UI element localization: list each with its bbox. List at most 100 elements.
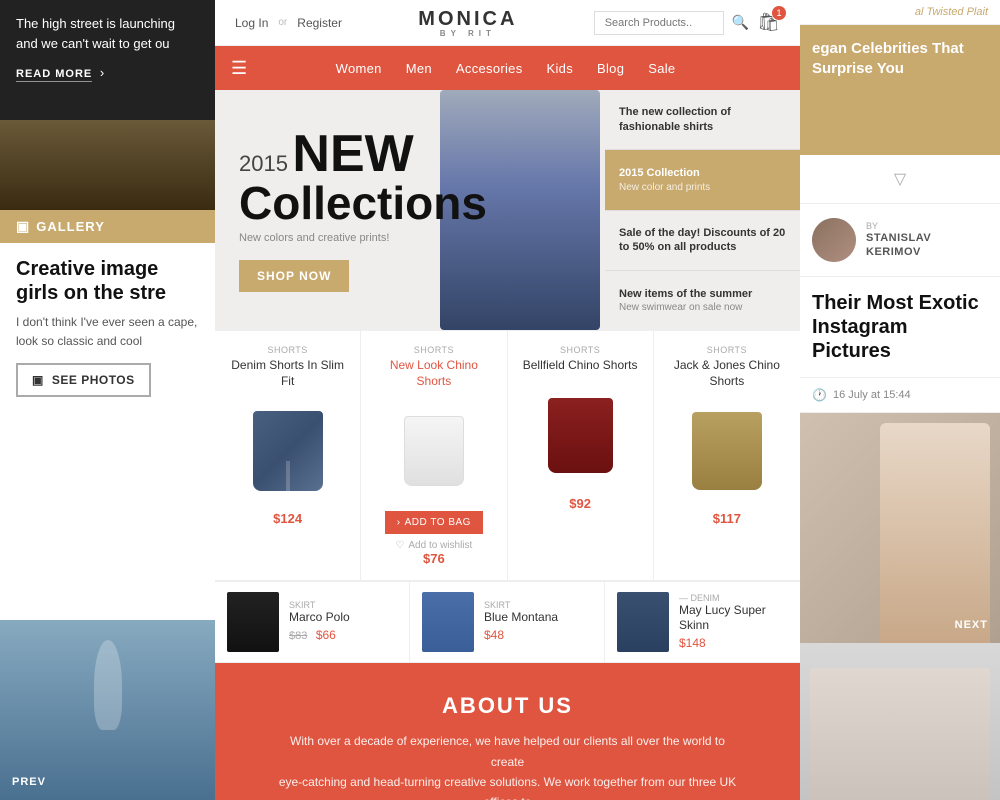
vegan-title: egan Celebrities That Surprise You (812, 39, 988, 78)
register-link[interactable]: Register (297, 16, 342, 30)
chino-shorts-image (404, 416, 464, 486)
product-card-sm-2: Skirt Blue Montana $48 (410, 582, 605, 663)
product-sm-1-name: Marco Polo (289, 610, 350, 626)
left-article-section: Creative image girls on the stre I don't… (0, 243, 215, 411)
hero-panel-3: Sale of the day! Discounts of 20 to 50% … (605, 211, 800, 271)
chevron-right-icon: › (100, 65, 104, 80)
hero-year: 2015 (239, 151, 288, 176)
left-food-image (0, 120, 215, 210)
about-text: With over a decade of experience, we hav… (278, 731, 738, 800)
shop-now-button[interactable]: SHOP NOW (239, 260, 349, 292)
see-photos-button[interactable]: ▣ SEE PHOTOS (16, 363, 151, 397)
shop-topbar: Log In or Register MONICA BY RIT 🔍 🛍 1 (215, 0, 800, 46)
product-sm-2-name: Blue Montana (484, 610, 558, 626)
product-sm-2-category: Skirt (484, 600, 558, 610)
add-to-bag-button[interactable]: › Add to Bag (385, 511, 483, 534)
topbar-left: Log In or Register (235, 16, 342, 30)
author-avatar (812, 218, 856, 262)
prev-button[interactable]: PREV (12, 776, 46, 788)
product-sm-3-price: $148 (679, 634, 788, 652)
product-2-image (373, 401, 494, 501)
product-sm-1-category: Skirt (289, 600, 350, 610)
yoga-figure (94, 640, 122, 730)
shop-logo: MONICA BY RIT (418, 8, 517, 38)
hero-panel-1: The new collection of fashionable shirts (605, 90, 800, 150)
nav-sale[interactable]: Sale (648, 61, 675, 76)
product-card-4: Shorts Jack & Jones Chino Shorts $117 (654, 331, 800, 581)
left-article-title: Creative image girls on the stre (16, 257, 199, 305)
product-4-image (666, 401, 788, 501)
right-woman-photo: NEXT (800, 413, 1000, 643)
jeans-thumb (617, 592, 669, 652)
hero-right-panels: The new collection of fashionable shirts… (605, 90, 800, 330)
hero-collections: Collections (239, 180, 487, 226)
black-skirt-thumb (227, 592, 279, 652)
right-article-title: Their Most Exotic Instagram Pictures (800, 277, 1000, 378)
heart-icon: ♡ (395, 540, 404, 551)
product-sm-1-info: Skirt Marco Polo $83 $66 (289, 600, 350, 644)
product-card-sm-3: — Denim May Lucy Super Skinn $148 (605, 582, 800, 663)
right-date: 🕐 16 July at 15:44 (800, 378, 1000, 413)
cart-badge: 1 (772, 6, 786, 20)
hamburger-icon[interactable]: ☰ (231, 58, 247, 79)
product-sm-3-category: — Denim (679, 593, 788, 603)
author-name: STANISLAVKERIMOV (866, 231, 931, 260)
add-to-wishlist-btn[interactable]: ♡ Add to wishlist (373, 540, 494, 551)
main-shop: Log In or Register MONICA BY RIT 🔍 🛍 1 ☰… (215, 0, 800, 800)
product-card-3: Shorts Bellfield Chino Shorts $92 (508, 331, 654, 581)
product-3-name: Bellfield Chino Shorts (520, 358, 641, 374)
clock-icon: 🕐 (812, 388, 827, 402)
shop-hero: 2015 NEW Collections New colors and crea… (215, 90, 800, 330)
bellfield-shorts-image (548, 398, 613, 473)
nav-accessories[interactable]: Accesories (456, 61, 523, 76)
product-sm-1-thumb (227, 592, 279, 652)
search-input[interactable] (594, 11, 724, 35)
panel1-title: The new collection of fashionable shirts (619, 105, 786, 134)
product-sm-2-price: $48 (484, 626, 558, 644)
left-read-more-btn[interactable]: READ MORE (16, 68, 92, 82)
gallery-icon: ▣ (16, 218, 30, 235)
left-gallery-label: ▣ GALLERY (0, 210, 215, 243)
product-card-1: Shorts Denim Shorts In Slim Fit $124 (215, 331, 361, 581)
photos-icon: ▣ (32, 373, 44, 387)
product-2-price: $76 (373, 551, 494, 566)
about-section: ABOUT US With over a decade of experienc… (215, 663, 800, 800)
product-1-category: Shorts (227, 345, 348, 355)
nav-kids[interactable]: Kids (547, 61, 574, 76)
product-sm-1-price: $83 $66 (289, 626, 350, 644)
jack-jones-shorts-image (692, 412, 762, 490)
panel2-title: 2015 Collection (619, 166, 710, 180)
nav-women[interactable]: Women (336, 61, 382, 76)
next-button[interactable]: NEXT (955, 619, 988, 631)
about-title: ABOUT US (235, 693, 780, 719)
left-panel: The high street is launching and we can'… (0, 0, 215, 620)
right-bottom-image (800, 643, 1000, 800)
product-1-image (227, 401, 348, 501)
products-section: Shorts Denim Shorts In Slim Fit $124 Sho… (215, 330, 800, 663)
author-info: by STANISLAVKERIMOV (866, 221, 931, 260)
search-button[interactable]: 🔍 (732, 14, 749, 31)
separator: or (278, 17, 287, 28)
left-top-text: The high street is launching and we can'… (16, 14, 199, 53)
panel4-sub: New swimwear on sale now (619, 301, 752, 314)
woman-figure (880, 423, 990, 643)
blue-skirt-thumb (422, 592, 474, 652)
right-chevron-area: ▽ (800, 155, 1000, 204)
nav-blog[interactable]: Blog (597, 61, 624, 76)
product-sm-2-thumb (422, 592, 474, 652)
hero-left: 2015 NEW Collections New colors and crea… (239, 128, 487, 292)
product-2-category: Shorts (373, 345, 494, 355)
product-2-name: New Look Chino Shorts (373, 358, 494, 389)
products-grid: Shorts Denim Shorts In Slim Fit $124 Sho… (215, 330, 800, 581)
hero-subtitle: New colors and creative prints! (239, 232, 487, 244)
hero-new-label: NEW (292, 125, 413, 183)
product-4-category: Shorts (666, 345, 788, 355)
nav-men[interactable]: Men (406, 61, 432, 76)
cart-wrapper: 🛍 1 (757, 12, 780, 33)
topbar-right: 🔍 🛍 1 (594, 11, 780, 35)
left-bottom-image: PREV (0, 620, 215, 800)
product-4-price: $117 (666, 511, 788, 526)
login-link[interactable]: Log In (235, 16, 268, 30)
product-1-price: $124 (227, 511, 348, 526)
product-4-name: Jack & Jones Chino Shorts (666, 358, 788, 389)
